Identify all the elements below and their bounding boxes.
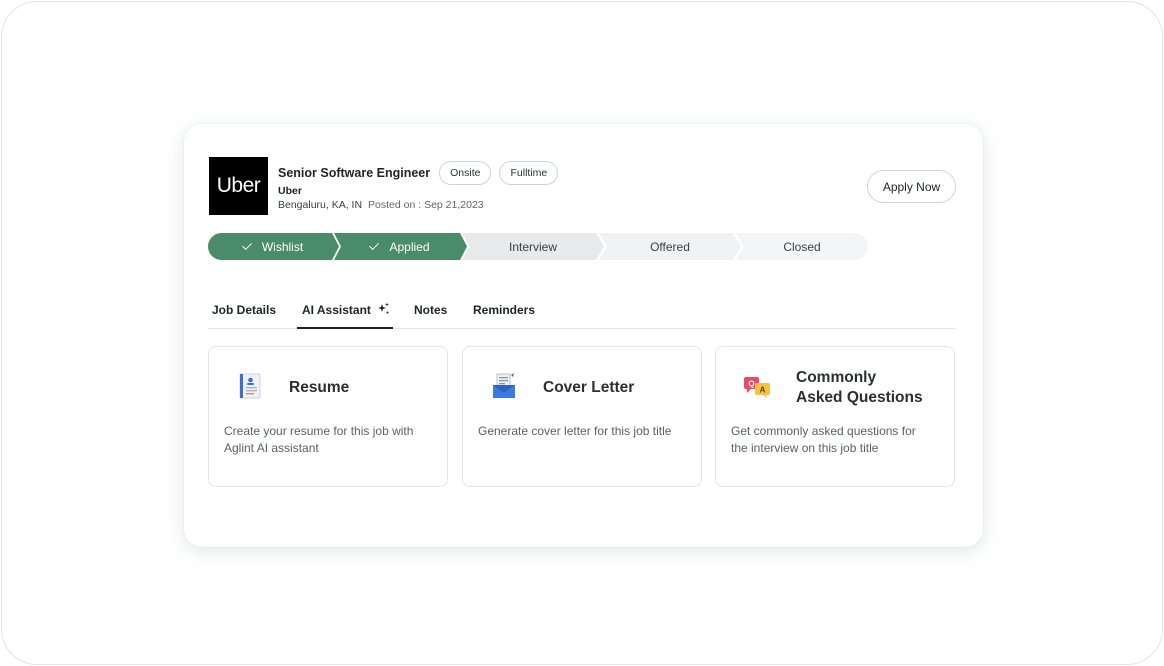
job-title: Senior Software Engineer bbox=[278, 166, 431, 180]
sparkle-icon bbox=[377, 302, 389, 314]
tag-fulltime: Fulltime bbox=[499, 161, 559, 185]
step-label: Closed bbox=[783, 239, 821, 254]
check-icon bbox=[241, 240, 252, 251]
envelope-letter-icon bbox=[493, 373, 515, 398]
cover-letter-description: Generate cover letter for this job title bbox=[478, 424, 672, 438]
svg-text:A: A bbox=[760, 386, 766, 395]
faq-description: Get commonly asked questions for the int… bbox=[731, 424, 916, 455]
tab-label: Job Details bbox=[212, 303, 277, 317]
tab-notes[interactable]: Notes bbox=[414, 294, 447, 329]
tab-reminders[interactable]: Reminders bbox=[473, 294, 535, 329]
tab-ai-assistant[interactable]: AI Assistant bbox=[297, 294, 393, 329]
job-location: Bengaluru, KA, IN bbox=[278, 199, 363, 211]
tag-onsite: Onsite bbox=[439, 161, 492, 185]
window-frame: Uber Senior Software Engineer Onsite Ful… bbox=[1, 1, 1163, 665]
step-applied[interactable]: Applied bbox=[334, 233, 467, 260]
qa-chat-icon: Q A bbox=[744, 377, 770, 398]
step-closed[interactable]: Closed bbox=[736, 233, 868, 260]
step-offered[interactable]: Offered bbox=[599, 233, 741, 260]
title-row: Senior Software Engineer Onsite Fulltime bbox=[278, 161, 559, 185]
faq-title-line1: Commonly bbox=[796, 369, 877, 386]
cover-letter-card[interactable]: Cover Letter Generate cover letter for t… bbox=[462, 346, 702, 487]
resume-title: Resume bbox=[289, 379, 350, 396]
company-logo: Uber bbox=[209, 157, 268, 215]
job-meta: Bengaluru, KA, IN Posted on : Sep 21,202… bbox=[278, 199, 484, 211]
tab-label: AI Assistant bbox=[302, 303, 371, 317]
resume-document-icon bbox=[239, 373, 261, 399]
status-stepper: Wishlist Applied Interview Offered Close… bbox=[208, 233, 868, 260]
check-icon bbox=[369, 240, 380, 251]
logo-text: Uber bbox=[216, 174, 261, 197]
tab-label: Notes bbox=[414, 303, 448, 317]
tab-bar: Job Details AI Assistant Notes Reminders bbox=[208, 294, 956, 329]
resume-description: Create your resume for this job with Agl… bbox=[224, 424, 414, 455]
company-name: Uber bbox=[278, 185, 302, 197]
step-label: Wishlist bbox=[261, 239, 304, 254]
step-label: Applied bbox=[389, 239, 430, 254]
step-interview[interactable]: Interview bbox=[462, 233, 604, 260]
posted-date: Posted on : Sep 21,2023 bbox=[368, 199, 484, 211]
svg-text:Q: Q bbox=[748, 380, 754, 389]
step-label: Interview bbox=[508, 239, 558, 254]
faq-title: Commonly Asked Questions bbox=[796, 368, 946, 408]
resume-card[interactable]: Resume Create your resume for this job w… bbox=[208, 346, 448, 487]
step-wishlist[interactable]: Wishlist bbox=[208, 233, 339, 260]
step-label: Offered bbox=[650, 239, 690, 254]
faq-card[interactable]: Q A Commonly Asked Questions Get commonl… bbox=[715, 346, 955, 487]
tab-label: Reminders bbox=[473, 303, 536, 317]
apply-now-button[interactable]: Apply Now bbox=[867, 170, 956, 203]
job-card: Uber Senior Software Engineer Onsite Ful… bbox=[184, 124, 983, 547]
cover-letter-title: Cover Letter bbox=[543, 379, 635, 396]
faq-title-line2: Asked Questions bbox=[796, 389, 923, 406]
tab-job-details[interactable]: Job Details bbox=[212, 294, 276, 329]
